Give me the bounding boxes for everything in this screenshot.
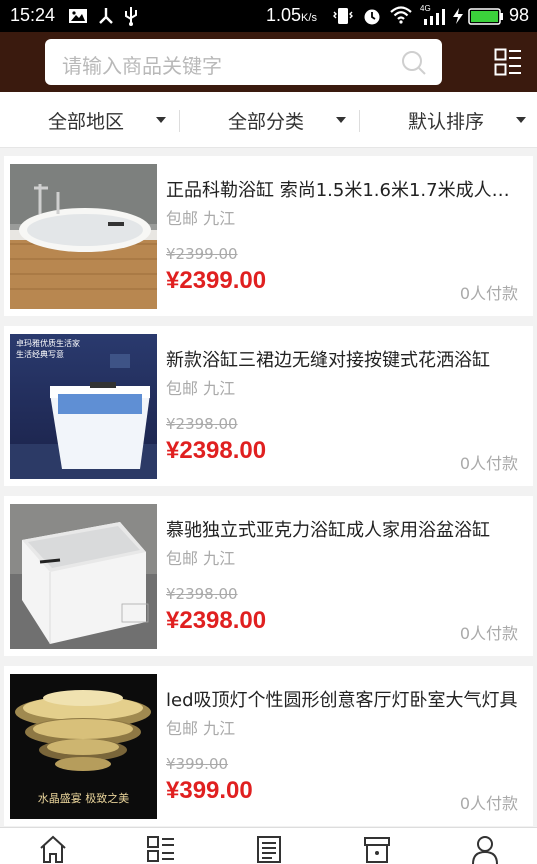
article-icon[interactable] xyxy=(254,834,284,864)
battery-level: 98 xyxy=(509,5,530,25)
signal-icon xyxy=(424,9,445,25)
product-location: 包邮 九江 xyxy=(166,209,236,228)
product-card[interactable]: 卓玛雅优质生活家 生活经典写意 新款浴缸三裙边无缝对接按键式花洒浴缸 包邮 九江… xyxy=(4,326,533,486)
image-notification-icon xyxy=(69,9,87,23)
status-time: 15:24 xyxy=(10,5,56,25)
wifi-icon xyxy=(390,6,412,24)
vibrate-icon xyxy=(333,8,353,24)
product-buyers: 0人付款 xyxy=(459,284,518,303)
product-location: 包邮 九江 xyxy=(166,379,236,398)
product-card[interactable]: 慕驰独立式亚克力浴缸成人家用浴盆浴缸 包邮 九江 ¥2398.00 ¥2398.… xyxy=(4,496,533,656)
product-location: 包邮 九江 xyxy=(166,719,236,738)
product-image[interactable]: 卓玛雅优质生活家 生活经典写意 xyxy=(10,334,157,479)
product-title[interactable]: 新款浴缸三裙边无缝对接按键式花洒浴缸 xyxy=(166,346,526,372)
product-price: ¥2398.00 xyxy=(166,607,267,634)
product-image-caption: 卓玛雅优质生活家 生活经典写意 xyxy=(16,339,80,359)
bottom-tab-bar xyxy=(0,827,537,864)
product-location: 包邮 九江 xyxy=(166,549,236,568)
product-buyers: 0人付款 xyxy=(459,624,518,643)
product-original-price: ¥2398.00 xyxy=(166,585,238,603)
status-bar: 15:24 1.05K/s 4G 98 xyxy=(0,0,537,32)
product-original-price: ¥2399.00 xyxy=(166,245,238,263)
search-icon[interactable] xyxy=(400,49,428,77)
chevron-down-icon xyxy=(516,117,526,123)
product-image[interactable]: 水晶盛宴 极致之美 xyxy=(10,674,157,819)
product-card[interactable]: 水晶盛宴 极致之美 led吸顶灯个性圆形创意客厅灯卧室大气灯具 包邮 九江 ¥3… xyxy=(4,666,533,826)
region-filter-label: 全部地区 xyxy=(48,111,125,133)
product-price: ¥2399.00 xyxy=(166,267,267,294)
chevron-down-icon xyxy=(156,117,166,123)
battery-icon xyxy=(468,8,503,25)
category-filter[interactable]: 全部分类 xyxy=(180,92,359,147)
product-price: ¥2398.00 xyxy=(166,437,267,464)
product-original-price: ¥2398.00 xyxy=(166,415,238,433)
product-card[interactable]: 正品科勒浴缸 索尚1.5米1.6米1.7米成人浴缸 包邮 九江 ¥2399.00… xyxy=(4,156,533,316)
chevron-down-icon xyxy=(336,117,346,123)
search-placeholder: 请输入商品关键字 xyxy=(62,54,222,78)
product-title[interactable]: 正品科勒浴缸 索尚1.5米1.6米1.7米成人浴缸 xyxy=(166,176,526,202)
product-original-price: ¥399.00 xyxy=(166,755,229,773)
product-image-caption: 水晶盛宴 极致之美 xyxy=(37,792,130,805)
product-price: ¥399.00 xyxy=(166,777,253,804)
category-menu-icon[interactable] xyxy=(494,48,522,76)
sort-filter-label: 默认排序 xyxy=(408,111,485,133)
usb-debug-icon xyxy=(99,8,113,24)
product-buyers: 0人付款 xyxy=(459,794,518,813)
home-icon[interactable] xyxy=(38,834,68,864)
search-input[interactable]: 请输入商品关键字 xyxy=(45,39,442,85)
region-filter[interactable]: 全部地区 xyxy=(0,92,179,147)
product-buyers: 0人付款 xyxy=(459,454,518,473)
product-title[interactable]: led吸顶灯个性圆形创意客厅灯卧室大气灯具 xyxy=(166,686,526,712)
store-icon[interactable] xyxy=(362,834,392,864)
filter-bar: 全部地区 全部分类 默认排序 xyxy=(0,92,537,148)
header: 请输入商品关键字 xyxy=(0,32,537,92)
category-icon[interactable] xyxy=(146,834,176,864)
product-image[interactable] xyxy=(10,504,157,649)
sort-filter[interactable]: 默认排序 xyxy=(360,92,537,147)
alarm-icon xyxy=(364,9,380,25)
product-image[interactable] xyxy=(10,164,157,309)
user-icon[interactable] xyxy=(470,834,500,864)
usb-icon xyxy=(125,7,137,26)
product-title[interactable]: 慕驰独立式亚克力浴缸成人家用浴盆浴缸 xyxy=(166,516,526,542)
category-filter-label: 全部分类 xyxy=(228,111,305,133)
charging-icon xyxy=(453,8,463,24)
network-speed: 1.05K/s xyxy=(266,5,317,25)
